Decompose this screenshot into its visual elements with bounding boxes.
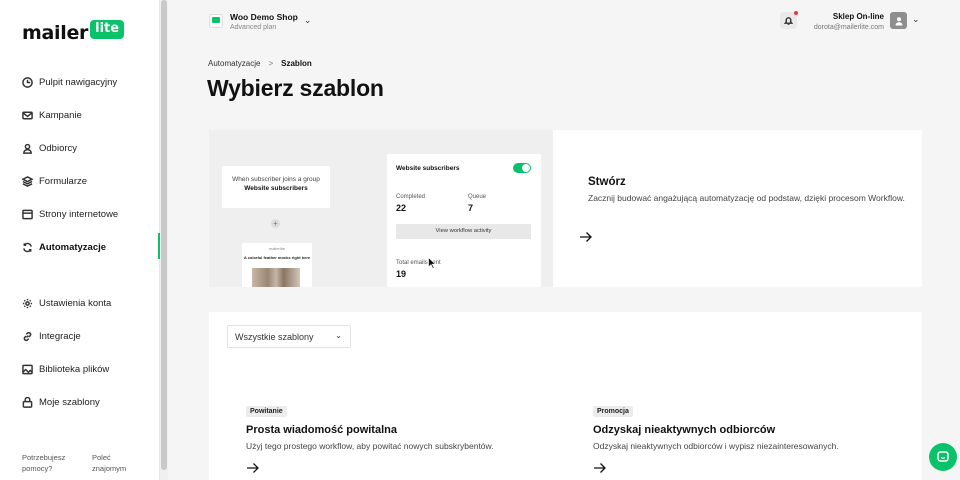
sidebar-item-label: Integracje xyxy=(39,331,81,342)
workflow-preview: When subscriber joins a group Website su… xyxy=(209,130,553,287)
breadcrumb-parent[interactable]: Automatyzacje xyxy=(208,59,260,68)
arrow-right-icon[interactable] xyxy=(579,231,593,243)
user-icon xyxy=(22,143,33,154)
preview-panel-title: Website subscribers xyxy=(396,165,460,172)
layers-icon xyxy=(22,176,33,187)
chat-icon xyxy=(937,451,949,462)
template-icon xyxy=(22,397,33,408)
template-description: Odzyskaj nieaktywnych odbiorców i wypisz… xyxy=(593,441,839,451)
preview-total-value: 19 xyxy=(396,269,407,279)
sidebar-item-dashboard[interactable]: Pulpit nawigacyjny xyxy=(0,66,160,99)
shop-switcher[interactable]: Woo Demo Shop Advanced plan ⌄ xyxy=(209,12,311,31)
notifications-button[interactable] xyxy=(780,11,798,29)
sidebar-item-label: Pulpit nawigacyjny xyxy=(39,77,118,88)
notification-dot xyxy=(794,11,798,15)
sidebar-item-label: Kampanie xyxy=(39,110,82,121)
account-email: dorota@mailerlite.com xyxy=(813,24,884,31)
account-menu[interactable]: Sklep On-line dorota@mailerlite.com xyxy=(800,12,884,31)
shop-plan: Advanced plan xyxy=(230,24,277,31)
template-title: Odzyskaj nieaktywnych odbiorców xyxy=(593,424,776,436)
sidebar-item-forms[interactable]: Formularze xyxy=(0,165,160,198)
preview-plus-icon: + xyxy=(271,219,280,228)
refresh-icon xyxy=(22,242,33,253)
sidebar-item-label: Formularze xyxy=(39,176,88,187)
sidebar-item-label: Ustawienia konta xyxy=(39,298,112,309)
preview-queue-value: 7 xyxy=(468,203,474,213)
breadcrumb: Automatyzacje > Szablon xyxy=(208,59,312,68)
logo-text: mailer xyxy=(22,22,89,44)
sidebar-item-subscribers[interactable]: Odbiorcy xyxy=(0,132,160,165)
help-links: Potrzebujesz pomocy? Poleć znajomym xyxy=(22,452,140,474)
chevron-down-icon[interactable]: ⌄ xyxy=(912,14,920,25)
mail-icon xyxy=(22,110,33,121)
template-tag: Powitanie xyxy=(246,406,287,417)
preview-email-thumbnail: mailerlite A colorful feather mocks righ… xyxy=(242,243,312,287)
preview-email-brand: mailerlite xyxy=(268,246,285,251)
link-icon xyxy=(22,331,33,342)
browser-icon xyxy=(22,209,33,220)
account-name: Sklep On-line xyxy=(832,12,884,21)
sidebar-item-my-templates[interactable]: Moje szablony xyxy=(0,386,160,419)
sidebar-item-label: Automatyzacje xyxy=(39,242,107,253)
sidebar-item-file-library[interactable]: Biblioteka plików xyxy=(0,353,160,386)
sidebar-item-label: Odbiorcy xyxy=(39,143,78,154)
chevron-down-icon: ⌄ xyxy=(303,15,312,25)
sidebar: mailer lite Pulpit nawigacyjny Kampanie … xyxy=(0,0,160,480)
secondary-nav: Ustawienia konta Integracje Biblioteka p… xyxy=(0,287,160,419)
template-filter-value: Wszystkie szablony xyxy=(235,331,314,342)
template-tag: Promocja xyxy=(593,406,633,417)
sidebar-item-automations[interactable]: Automatyzacje xyxy=(0,231,160,264)
sidebar-item-campaigns[interactable]: Kampanie xyxy=(0,99,160,132)
image-icon xyxy=(22,364,33,375)
template-filter-select[interactable]: Wszystkie szablony ⌄ xyxy=(227,325,351,348)
preview-completed-value: 22 xyxy=(396,203,407,213)
preview-trigger-group: Website subscribers xyxy=(244,185,308,192)
chevron-down-icon: ⌄ xyxy=(335,331,342,340)
shop-name: Woo Demo Shop xyxy=(230,12,298,22)
sidebar-item-label: Moje szablony xyxy=(39,397,100,408)
create-description: Zacznij budować angażującą automatyzację… xyxy=(588,193,905,203)
sidebar-scrollbar[interactable] xyxy=(160,0,168,480)
template-item[interactable]: Powitanie Prosta wiadomość powitalna Uży… xyxy=(246,400,576,473)
template-item[interactable]: Promocja Odzyskaj nieaktywnych odbiorców… xyxy=(593,400,923,473)
shop-icon xyxy=(209,14,223,28)
sidebar-item-account-settings[interactable]: Ustawienia konta xyxy=(0,287,160,320)
help-link[interactable]: Potrzebujesz pomocy? xyxy=(22,452,70,474)
templates-card: Wszystkie szablony ⌄ Powitanie Prosta wi… xyxy=(209,312,922,480)
template-description: Użyj tego prostego workflow, aby powitać… xyxy=(246,441,494,451)
arrow-right-icon[interactable] xyxy=(593,462,607,474)
bell-icon xyxy=(784,17,793,25)
preview-view-activity-button: View workflow activity xyxy=(396,224,531,239)
dashboard-icon xyxy=(22,77,33,88)
user-avatar-icon xyxy=(895,16,902,25)
preview-email-headline: A colorful feather mocks right here xyxy=(243,255,311,260)
gear-icon xyxy=(22,298,33,309)
arrow-right-icon[interactable] xyxy=(246,462,260,474)
sidebar-item-label: Strony internetowe xyxy=(39,209,119,220)
preview-trigger-box: When subscriber joins a group Website su… xyxy=(222,166,330,208)
breadcrumb-separator: > xyxy=(268,59,274,68)
breadcrumb-current: Szablon xyxy=(281,59,312,68)
sidebar-item-websites[interactable]: Strony internetowe xyxy=(0,198,160,231)
mailerlite-logo[interactable]: mailer lite xyxy=(22,20,125,44)
page-title: Wybierz szablon xyxy=(207,75,384,101)
create-workflow-card[interactable]: When subscriber joins a group Website su… xyxy=(209,130,922,287)
chat-button[interactable] xyxy=(929,443,957,471)
template-title: Prosta wiadomość powitalna xyxy=(246,424,397,436)
logo-badge: lite xyxy=(90,20,125,39)
sidebar-item-label: Biblioteka plików xyxy=(39,364,110,375)
mouse-cursor-icon xyxy=(428,257,436,269)
preview-trigger-text: When subscriber joins a group xyxy=(232,176,320,183)
preview-email-photos xyxy=(252,268,300,287)
preview-queue-label: Queue xyxy=(468,194,487,200)
scrollbar-thumb[interactable] xyxy=(161,0,167,470)
preview-stats-panel: Website subscribers Completed 22 Queue 7… xyxy=(387,154,541,287)
preview-completed-label: Completed xyxy=(396,194,426,200)
preview-toggle xyxy=(513,163,531,173)
refer-friend-link[interactable]: Poleć znajomym xyxy=(92,452,140,474)
avatar[interactable] xyxy=(890,12,907,29)
main-nav: Pulpit nawigacyjny Kampanie Odbiorcy For… xyxy=(0,66,160,264)
sidebar-item-integrations[interactable]: Integracje xyxy=(0,320,160,353)
create-title: Stwórz xyxy=(588,176,626,188)
